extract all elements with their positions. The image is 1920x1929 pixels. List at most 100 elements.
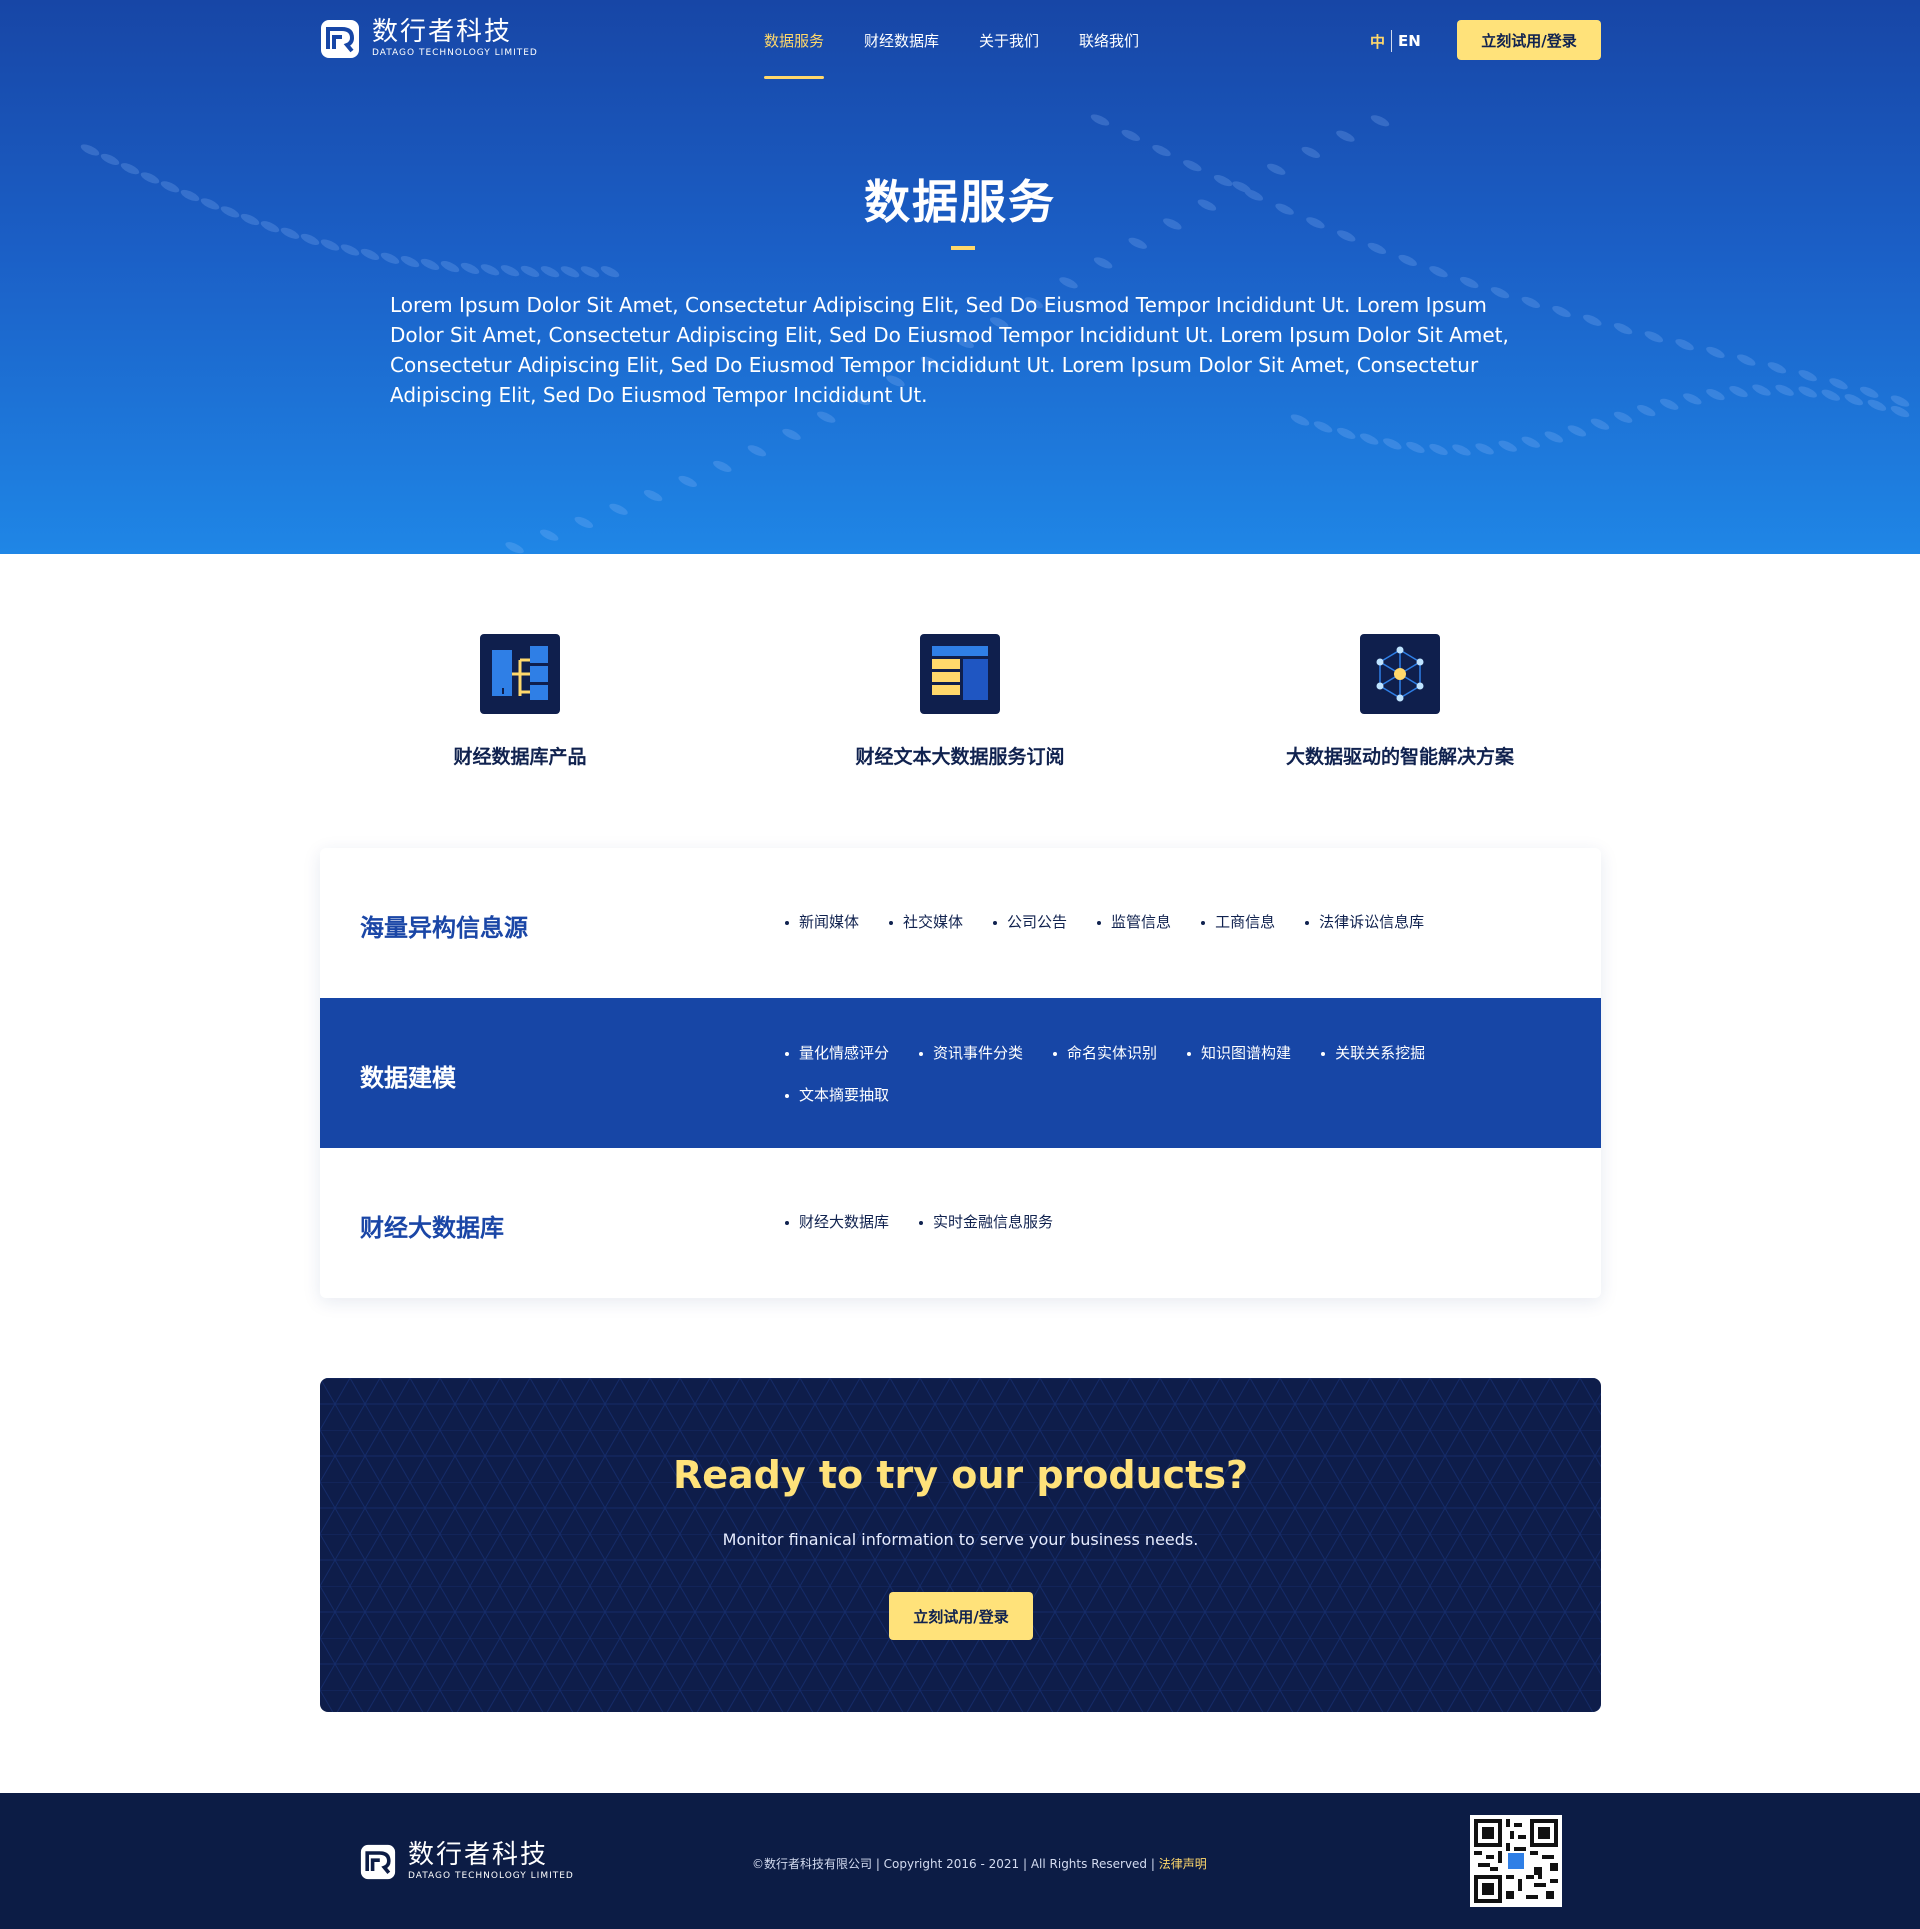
feature-finance-database-product[interactable]: 财经数据库产品	[300, 634, 740, 769]
nav-item-contact-us[interactable]: 联络我们	[1079, 30, 1139, 80]
background-dash	[80, 144, 100, 156]
background-dash	[1844, 394, 1864, 406]
service-table: 海量异构信息源 新闻媒体 社交媒体 公司公告 监管信息 工商信息 法律诉讼信息库…	[320, 848, 1601, 1298]
background-dash	[678, 475, 697, 487]
brand-logo[interactable]: 数行者科技 DATAGO TECHNOLOGY LIMITED	[320, 18, 538, 59]
background-dash	[1367, 242, 1387, 254]
top-navigation: 数行者科技 DATAGO TECHNOLOGY LIMITED 数据服务 财经数…	[320, 0, 1601, 80]
background-dash	[460, 262, 480, 274]
background-dash	[1636, 405, 1656, 417]
background-dash	[1752, 384, 1771, 396]
tag-item: 知识图谱构建	[1187, 1043, 1291, 1085]
background-dash	[1152, 145, 1171, 157]
background-dash	[1498, 440, 1517, 452]
hero-description: Lorem Ipsum Dolor Sit Amet, Consectetur …	[390, 293, 1509, 407]
background-dash	[1867, 399, 1887, 411]
cta-title: Ready to try our products?	[672, 1453, 1249, 1497]
row-title: 财经大数据库	[360, 1214, 504, 1242]
background-dash	[300, 233, 320, 245]
tag-item: 关联关系挖掘	[1321, 1043, 1425, 1085]
row-title: 海量异构信息源	[360, 914, 528, 942]
feature-intelligent-solutions[interactable]: 大数据驱动的智能解决方案	[1180, 634, 1620, 769]
background-dash	[100, 153, 120, 165]
background-dash	[747, 445, 767, 457]
background-dash	[816, 411, 836, 423]
background-dash	[1090, 114, 1110, 126]
background-dash	[1406, 441, 1425, 453]
tag-item: 工商信息	[1201, 912, 1275, 954]
background-dash	[1829, 378, 1848, 390]
background-dash	[1775, 384, 1794, 396]
lang-en-option[interactable]: EN	[1398, 32, 1421, 50]
page: 数行者科技 DATAGO TECHNOLOGY LIMITED 数据服务 财经数…	[0, 0, 1920, 1929]
lang-divider	[1391, 30, 1393, 52]
background-dash	[420, 258, 440, 270]
background-dash	[643, 490, 663, 502]
nav-item-about-us[interactable]: 关于我们	[979, 30, 1039, 80]
brand-name-cn: 数行者科技	[372, 17, 513, 47]
page-title: 数据服务	[864, 175, 1056, 229]
background-dash	[1729, 386, 1748, 398]
table-row-finance-big-data: 财经大数据库 财经大数据库 实时金融信息服务	[320, 1148, 1601, 1298]
background-dash	[560, 266, 580, 278]
nav-item-data-service[interactable]: 数据服务	[764, 30, 825, 80]
tag-item: 命名实体识别	[1053, 1043, 1157, 1085]
background-dash	[1583, 314, 1602, 326]
background-dash	[1336, 130, 1355, 142]
footer: 数行者科技 DATAGO TECHNOLOGY LIMITED ©数行者科技有限…	[0, 1793, 1920, 1929]
qr-code-image	[1470, 1815, 1562, 1907]
background-dash	[782, 428, 801, 440]
background-dash	[505, 542, 524, 554]
background-dash	[1398, 254, 1417, 266]
background-dash	[1613, 323, 1633, 335]
hero-section: 数行者科技 DATAGO TECHNOLOGY LIMITED 数据服务 财经数…	[0, 0, 1920, 554]
cta-subtitle: Monitor finanical information to serve y…	[722, 1530, 1199, 1549]
database-structure-icon	[480, 634, 560, 714]
background-dash	[1452, 444, 1471, 456]
background-dash	[1301, 146, 1321, 158]
row-tags: 量化情感评分 资讯事件分类 命名实体识别 知识图谱构建 关联关系挖掘 文本摘要抽…	[785, 1043, 1545, 1127]
background-dash	[1798, 386, 1817, 398]
tag-item: 法律诉讼信息库	[1305, 912, 1424, 954]
background-dash	[1706, 346, 1725, 358]
background-dash	[1359, 433, 1379, 445]
cta-trial-login-button[interactable]: 立刻试用/登录	[889, 1592, 1033, 1640]
lang-zh-option[interactable]: 中	[1370, 31, 1385, 52]
background-dash	[1059, 277, 1078, 289]
background-dash	[1521, 436, 1541, 448]
row-tags: 财经大数据库 实时金融信息服务	[785, 1212, 1545, 1254]
row-title: 数据建模	[360, 1064, 456, 1092]
background-dash	[1683, 393, 1702, 405]
background-dash	[1313, 421, 1333, 433]
tag-item: 财经大数据库	[785, 1212, 889, 1254]
background-dash	[520, 265, 540, 277]
background-dash	[1370, 115, 1390, 127]
background-dash	[1659, 398, 1679, 410]
network-cube-icon	[1360, 634, 1440, 714]
background-dash	[1121, 129, 1141, 141]
background-dash	[574, 516, 594, 528]
feature-text-data-subscription[interactable]: 财经文本大数据服务订阅	[740, 634, 1180, 769]
background-dash	[1429, 266, 1448, 278]
feature-label: 财经数据库产品	[453, 746, 587, 768]
background-dash	[1290, 414, 1310, 426]
legal-statement-link[interactable]: 法律声明	[1159, 1857, 1207, 1871]
nav-item-finance-database[interactable]: 财经数据库	[864, 30, 939, 80]
feature-label: 财经文本大数据服务订阅	[855, 746, 1065, 768]
hero-background-pattern	[80, 114, 1910, 554]
background-dash	[540, 266, 560, 278]
background-dash	[1675, 339, 1694, 351]
document-layout-icon	[920, 634, 1000, 714]
background-dash	[1552, 306, 1571, 318]
footer-logo[interactable]: 数行者科技 DATAGO TECHNOLOGY LIMITED	[360, 1841, 574, 1882]
background-dash	[1613, 411, 1633, 423]
background-dash	[1336, 427, 1356, 439]
tag-item: 实时金融信息服务	[919, 1212, 1053, 1254]
background-dash	[1544, 431, 1564, 443]
background-dash	[380, 252, 400, 264]
background-dash	[1798, 370, 1817, 382]
tag-item: 新闻媒体	[785, 912, 859, 954]
background-dash	[1128, 237, 1147, 249]
background-dash	[340, 244, 360, 256]
trial-login-button[interactable]: 立刻试用/登录	[1457, 20, 1601, 60]
